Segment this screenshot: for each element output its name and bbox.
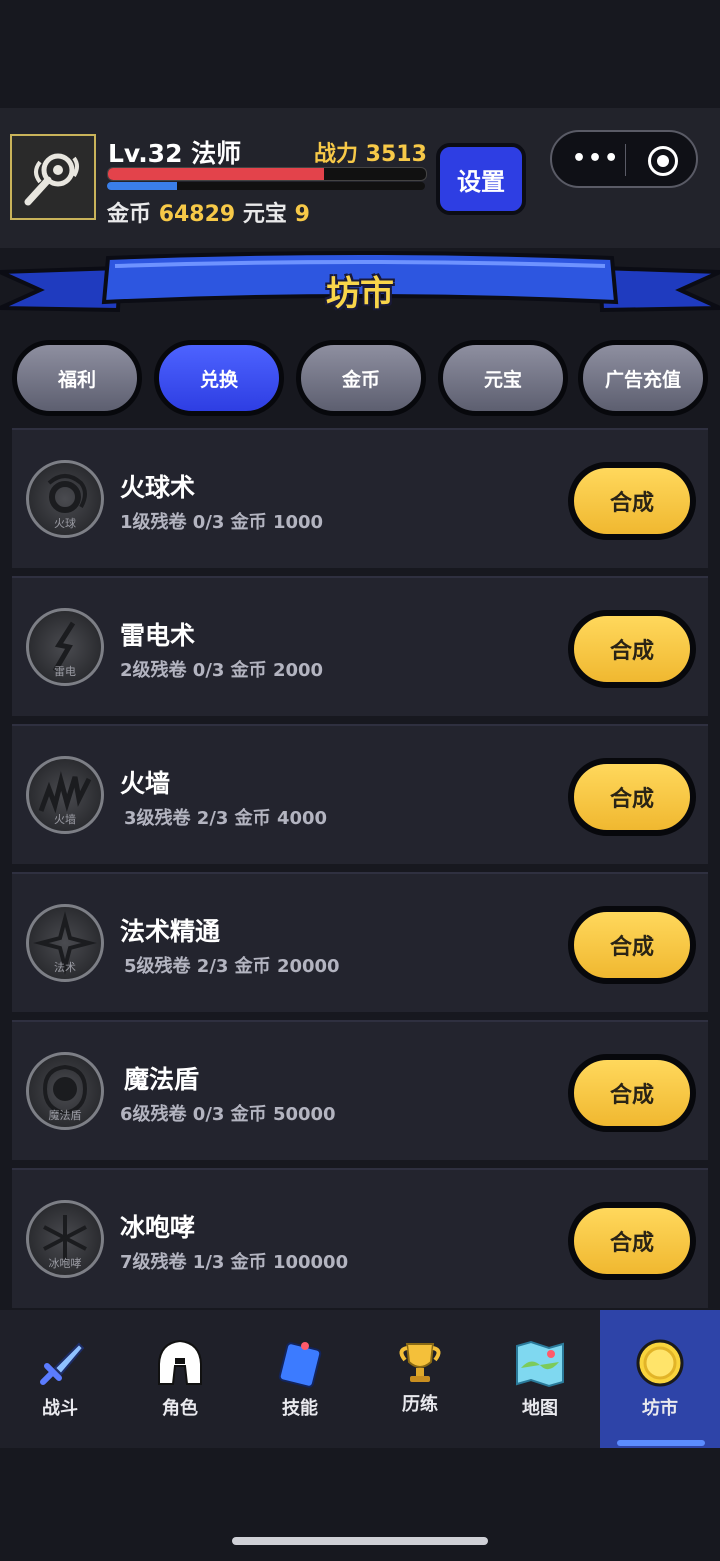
nav-character[interactable]: 角色 [120, 1310, 240, 1448]
more-icon[interactable]: ••• [572, 148, 620, 170]
icon-caption: 火墙 [54, 813, 76, 826]
ice-icon: 冰咆哮 [26, 1200, 104, 1278]
nav-label: 地图 [522, 1398, 558, 1419]
currency-line: 金币 64829 元宝 9 [107, 196, 310, 228]
list-item: 火墙 火墙 3级残卷 2/3 金币 4000 合成 [12, 724, 708, 864]
craft-button[interactable]: 合成 [568, 758, 696, 836]
mastery-icon: 法术 [26, 904, 104, 982]
firewall-icon: 火墙 [26, 756, 104, 834]
icon-caption: 冰咆哮 [48, 1257, 82, 1270]
helmet-icon [158, 1339, 202, 1385]
icon-caption: 火球 [54, 517, 76, 530]
player-level-class: Lv.32 法师 [108, 139, 242, 168]
list-item: 雷电 雷电术 2级残卷 0/3 金币 2000 合成 [12, 576, 708, 716]
craft-button[interactable]: 合成 [568, 610, 696, 688]
item-requirement: 5级残卷 2/3 金币 20000 [124, 956, 340, 977]
staff-icon [24, 153, 79, 206]
lightning-icon: 雷电 [26, 608, 104, 686]
mp-bar-fill [107, 182, 177, 190]
page-title: 坊市 [326, 274, 394, 314]
tab-exchange[interactable]: 兑换 [154, 340, 284, 416]
miniprogram-capsule: ••• [550, 130, 698, 188]
fireball-icon: 火球 [26, 460, 104, 538]
map-icon [516, 1340, 564, 1388]
combat-power: 战力 3513 [314, 142, 427, 167]
item-name: 雷电术 [120, 621, 196, 650]
nav-label: 坊市 [642, 1398, 678, 1419]
gold-label: 金币 [107, 202, 152, 227]
yuanbao-label: 元宝 [242, 202, 287, 227]
item-name: 魔法盾 [124, 1065, 200, 1094]
capsule-divider [625, 144, 626, 176]
tab-ad-recharge[interactable]: 广告充值 [578, 340, 708, 416]
nav-market[interactable]: 坊市 [600, 1310, 720, 1448]
tab-yuanbao[interactable]: 元宝 [438, 340, 568, 416]
item-requirement: 6级残卷 0/3 金币 50000 [120, 1104, 336, 1125]
nav-battle[interactable]: 战斗 [0, 1310, 120, 1448]
icon-caption: 魔法盾 [48, 1109, 82, 1122]
active-tab-indicator [617, 1440, 705, 1446]
nav-label: 战斗 [42, 1398, 78, 1419]
craft-button[interactable]: 合成 [568, 906, 696, 984]
item-requirement: 1级残卷 0/3 金币 1000 [120, 512, 324, 533]
item-requirement: 3级残卷 2/3 金币 4000 [124, 808, 328, 829]
item-name: 火墙 [120, 769, 171, 798]
craft-button[interactable]: 合成 [568, 1054, 696, 1132]
item-requirement: 7级残卷 1/3 金币 100000 [120, 1252, 349, 1273]
spellbook-icon [278, 1342, 322, 1388]
coin-icon [636, 1339, 684, 1387]
craft-button[interactable]: 合成 [568, 1202, 696, 1280]
list-item: 魔法盾 魔法盾 6级残卷 0/3 金币 50000 合成 [12, 1020, 708, 1160]
player-avatar[interactable] [10, 134, 96, 220]
hp-bar-fill [108, 168, 325, 180]
craft-button[interactable]: 合成 [568, 462, 696, 540]
home-indicator[interactable] [232, 1537, 488, 1545]
sword-icon [40, 1342, 85, 1385]
hp-bar [107, 167, 427, 181]
tab-welfare[interactable]: 福利 [12, 340, 142, 416]
item-requirement: 2级残卷 0/3 金币 2000 [120, 660, 324, 681]
tab-gold[interactable]: 金币 [296, 340, 426, 416]
item-name: 火球术 [120, 473, 196, 502]
nav-label: 历练 [402, 1394, 438, 1415]
item-name: 冰咆哮 [120, 1213, 196, 1242]
yuanbao-value: 9 [294, 202, 310, 227]
list-item: 法术 法术精通 5级残卷 2/3 金币 20000 合成 [12, 872, 708, 1012]
nav-label: 角色 [162, 1398, 198, 1419]
nav-skills[interactable]: 技能 [240, 1310, 360, 1448]
list-item: 冰咆哮 冰咆哮 7级残卷 1/3 金币 100000 合成 [12, 1168, 708, 1308]
shield-icon: 魔法盾 [26, 1052, 104, 1130]
list-item: 火球 火球术 1级残卷 0/3 金币 1000 合成 [12, 428, 708, 568]
nav-label: 技能 [282, 1398, 318, 1419]
nav-map[interactable]: 地图 [480, 1310, 600, 1448]
item-name: 法术精通 [120, 917, 221, 946]
trophy-icon [399, 1343, 441, 1382]
mp-bar [107, 182, 425, 190]
icon-caption: 雷电 [54, 665, 76, 678]
icon-caption: 法术 [54, 961, 76, 974]
nav-training[interactable]: 历练 [360, 1310, 480, 1448]
settings-button[interactable]: 设置 [436, 143, 526, 215]
gold-value: 64829 [158, 202, 236, 227]
close-target-icon[interactable] [648, 146, 678, 176]
